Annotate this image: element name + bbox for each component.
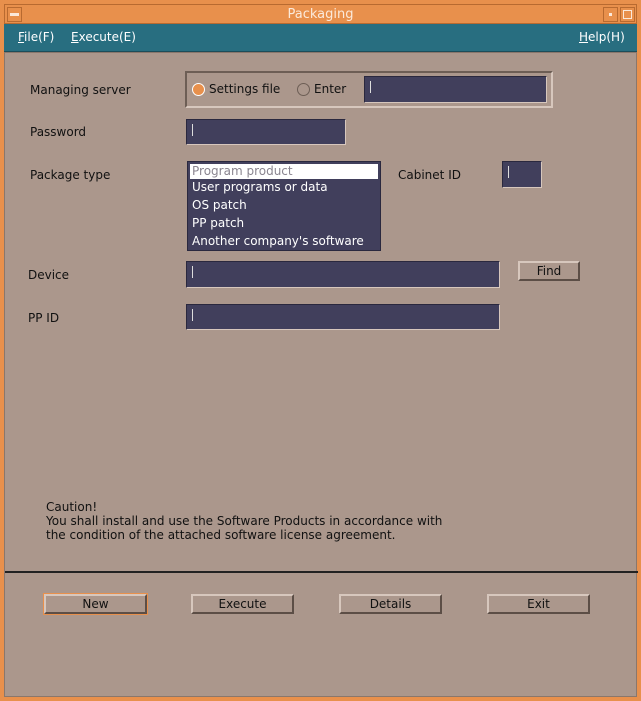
- title-bar[interactable]: Packaging: [4, 4, 637, 24]
- menu-file[interactable]: File(F): [18, 30, 54, 44]
- menu-bar: File(F) Execute(E) Help(H): [4, 24, 637, 52]
- minimize-button[interactable]: [603, 7, 618, 22]
- radio-off-icon: [297, 83, 310, 96]
- pp-id-label: PP ID: [28, 311, 60, 325]
- list-item[interactable]: OS patch: [188, 197, 380, 215]
- exit-button[interactable]: Exit: [487, 594, 590, 614]
- text-cursor-icon: [191, 124, 194, 136]
- radio-enter[interactable]: Enter: [297, 82, 346, 96]
- cabinet-id-input[interactable]: [502, 161, 542, 188]
- window-title: Packaging: [287, 7, 354, 22]
- radio-on-icon: [192, 83, 205, 96]
- managing-server-label: Managing server: [30, 83, 131, 97]
- find-button[interactable]: Find: [518, 261, 580, 281]
- managing-server-input[interactable]: [364, 76, 547, 103]
- maximize-button[interactable]: [620, 7, 635, 22]
- client-area: Managing server Settings file Enter Pass…: [4, 52, 638, 697]
- cabinet-id-label: Cabinet ID: [398, 168, 461, 182]
- list-item[interactable]: PP patch: [188, 215, 380, 233]
- list-item[interactable]: Program product: [190, 164, 378, 179]
- password-input[interactable]: [186, 119, 346, 145]
- menu-help[interactable]: Help(H): [579, 30, 625, 44]
- radio-settings-file[interactable]: Settings file: [192, 82, 280, 96]
- password-label: Password: [30, 125, 87, 139]
- caution-text: Caution! You shall install and use the S…: [46, 500, 443, 542]
- list-item[interactable]: Another company's software: [188, 233, 380, 251]
- separator: [5, 571, 638, 573]
- execute-button[interactable]: Execute: [191, 594, 294, 614]
- list-item[interactable]: User programs or data: [188, 179, 380, 197]
- device-input[interactable]: [186, 261, 500, 288]
- text-cursor-icon: [191, 266, 194, 278]
- package-type-label: Package type: [30, 168, 111, 182]
- package-type-list[interactable]: Program product User programs or data OS…: [187, 161, 381, 251]
- new-button[interactable]: New: [43, 593, 148, 615]
- managing-server-group: Settings file Enter: [185, 71, 553, 108]
- device-label: Device: [28, 268, 70, 282]
- text-cursor-icon: [507, 166, 510, 178]
- text-cursor-icon: [369, 81, 372, 93]
- details-button[interactable]: Details: [339, 594, 442, 614]
- menu-execute[interactable]: Execute(E): [71, 30, 136, 44]
- text-cursor-icon: [191, 309, 194, 321]
- pp-id-input[interactable]: [186, 304, 500, 330]
